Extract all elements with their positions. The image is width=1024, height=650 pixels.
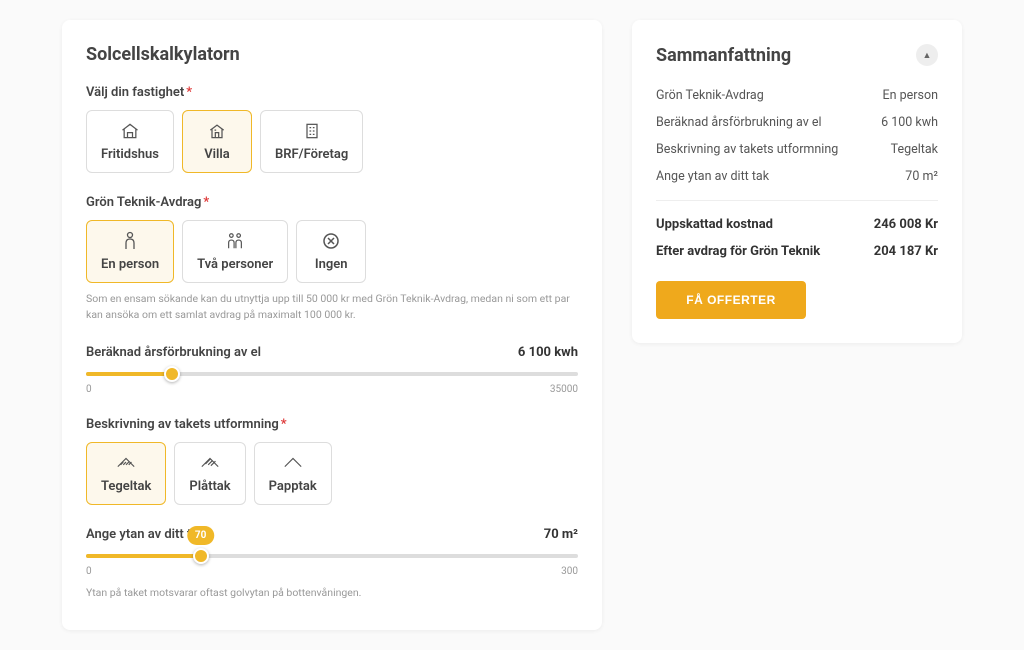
consumption-value: 6 100 kwh: [518, 345, 578, 360]
property-field: Välj din fastighet* Fritidshus Villa: [86, 85, 578, 173]
deduction-option-two[interactable]: Två personer: [182, 220, 288, 283]
property-option-villa[interactable]: Villa: [182, 110, 252, 173]
roof-option-plat[interactable]: Plåttak: [174, 442, 245, 505]
person-icon: [120, 231, 140, 251]
summary-row: Beskrivning av takets utformning Tegelta…: [656, 136, 938, 163]
chevron-up-icon: ▲: [923, 50, 932, 61]
roof-felt-icon: [283, 453, 303, 473]
roof-metal-icon: [200, 453, 220, 473]
area-value: 70 m²: [544, 527, 578, 542]
consumption-max: 35000: [550, 384, 578, 395]
calculator-card: Solcellskalkylatorn Välj din fastighet* …: [62, 20, 602, 630]
consumption-field: Beräknad årsförbrukning av el 6 100 kwh …: [86, 345, 578, 395]
area-field: Ange ytan av ditt tak 70 m² 70 0 300 Yta…: [86, 527, 578, 601]
area-tooltip: 70: [187, 526, 214, 545]
area-helper: Ytan på taket motsvarar oftast golvytan …: [86, 585, 578, 601]
area-slider-thumb[interactable]: [193, 548, 209, 564]
collapse-button[interactable]: ▲: [916, 44, 938, 66]
roof-option-papp[interactable]: Papptak: [254, 442, 332, 505]
deduction-field: Grön Teknik-Avdrag* En person Två person…: [86, 195, 578, 323]
calculator-title: Solcellskalkylatorn: [86, 44, 578, 65]
get-offers-button[interactable]: FÅ OFFERTER: [656, 281, 806, 319]
summary-card: Sammanfattning ▲ Grön Teknik-Avdrag En p…: [632, 20, 962, 343]
area-min: 0: [86, 566, 92, 577]
deduction-option-none[interactable]: Ingen: [296, 220, 366, 283]
none-icon: [321, 231, 341, 251]
deduction-helper: Som en ensam sökande kan du utnyttja upp…: [86, 291, 578, 323]
consumption-label: Beräknad årsförbrukning av el: [86, 345, 261, 360]
consumption-min: 0: [86, 384, 92, 395]
house-icon: [207, 121, 227, 141]
property-option-fritidshus[interactable]: Fritidshus: [86, 110, 174, 173]
property-option-brf[interactable]: BRF/Företag: [260, 110, 363, 173]
consumption-slider-thumb[interactable]: [164, 366, 180, 382]
cabin-icon: [120, 121, 140, 141]
area-slider[interactable]: 70: [86, 554, 578, 558]
building-icon: [302, 121, 322, 141]
divider: [656, 200, 938, 201]
summary-row: Grön Teknik-Avdrag En person: [656, 82, 938, 109]
area-max: 300: [561, 566, 578, 577]
summary-row: Ange ytan av ditt tak 70 m²: [656, 163, 938, 190]
summary-title: Sammanfattning: [656, 45, 791, 66]
people-icon: [225, 231, 245, 251]
deduction-label: Grön Teknik-Avdrag*: [86, 195, 578, 210]
roof-tile-icon: [116, 453, 136, 473]
deduction-option-one[interactable]: En person: [86, 220, 174, 283]
summary-total-row: Uppskattad kostnad 246 008 Kr: [656, 211, 938, 238]
summary-total-row: Efter avdrag för Grön Teknik 204 187 Kr: [656, 238, 938, 265]
summary-row: Beräknad årsförbrukning av el 6 100 kwh: [656, 109, 938, 136]
roof-label: Beskrivning av takets utformning*: [86, 417, 578, 432]
roof-option-tegel[interactable]: Tegeltak: [86, 442, 166, 505]
consumption-slider[interactable]: [86, 372, 578, 376]
roof-field: Beskrivning av takets utformning* Tegelt…: [86, 417, 578, 505]
property-label: Välj din fastighet*: [86, 85, 578, 100]
